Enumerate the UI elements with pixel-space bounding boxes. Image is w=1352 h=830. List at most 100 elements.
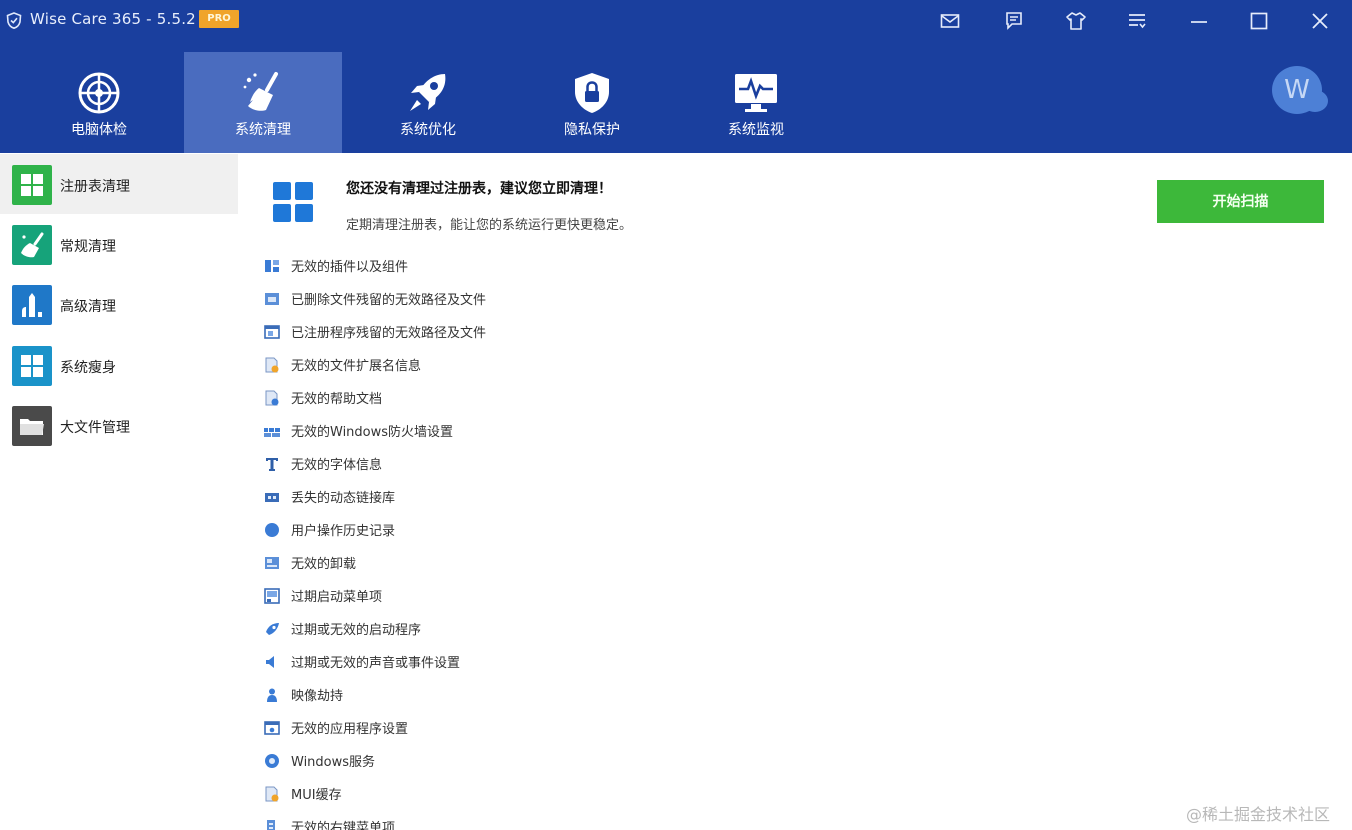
menu-button[interactable] xyxy=(1122,8,1152,34)
list-item[interactable]: 无效的应用程序设置 xyxy=(264,716,764,738)
list-item[interactable]: 无效的文件扩展名信息 xyxy=(264,353,764,375)
startup-icon xyxy=(266,623,279,635)
list-item[interactable]: 过期或无效的声音或事件设置 xyxy=(264,650,764,672)
mail-button[interactable] xyxy=(935,8,965,34)
list-item[interactable]: 无效的帮助文档 xyxy=(264,386,764,408)
list-item[interactable]: 过期启动菜单项 xyxy=(264,584,764,606)
tab-system-monitor[interactable]: 系统监视 xyxy=(677,52,835,153)
tab-label: 系统监视 xyxy=(728,122,784,138)
feedback-icon xyxy=(1006,12,1022,30)
close-icon xyxy=(1312,13,1328,29)
minimize-button[interactable] xyxy=(1184,8,1214,34)
start-scan-button[interactable]: 开始扫描 xyxy=(1157,180,1324,223)
list-item-label: 过期或无效的声音或事件设置 xyxy=(291,656,461,671)
list-item-label: 无效的Windows防火墙设置 xyxy=(291,425,454,440)
broom-icon xyxy=(12,225,52,265)
list-item-label: MUI缓存 xyxy=(291,788,342,803)
file-ext-icon xyxy=(265,357,279,373)
list-item[interactable]: 无效的字体信息 xyxy=(264,452,764,474)
list-item[interactable]: 无效的插件以及组件 xyxy=(264,254,764,276)
user-avatar[interactable]: W xyxy=(1272,66,1322,114)
page-subtitle: 定期清理注册表，能让您的系统运行更快更稳定。 xyxy=(346,218,633,233)
maximize-icon xyxy=(1250,12,1268,30)
tab-label: 隐私保护 xyxy=(564,122,620,138)
list-item[interactable]: 映像劫持 xyxy=(264,683,764,705)
history-icon xyxy=(265,523,279,537)
tab-label: 系统优化 xyxy=(400,122,456,138)
sidebar-item-label: 系统瘦身 xyxy=(60,360,116,376)
watermark: @稀土掘金技术社区 xyxy=(1186,805,1331,824)
sidebar-item-label: 大文件管理 xyxy=(60,420,130,436)
list-item[interactable]: 丢失的动态链接库 xyxy=(264,485,764,507)
file-path-icon xyxy=(265,293,279,305)
list-item-label: 无效的应用程序设置 xyxy=(291,722,409,737)
help-doc-icon xyxy=(265,390,279,406)
app-title: Wise Care 365 - 5.5.2 xyxy=(30,10,196,28)
uninstall-icon xyxy=(265,557,279,569)
hijack-icon xyxy=(267,688,277,702)
advanced-clean-icon xyxy=(12,285,52,325)
sidebar-item-large-file[interactable]: 大文件管理 xyxy=(0,395,238,455)
list-item[interactable]: 已注册程序残留的无效路径及文件 xyxy=(264,320,764,342)
service-icon xyxy=(265,754,279,768)
folder-icon xyxy=(12,406,52,446)
list-item-label: 用户操作历史记录 xyxy=(291,524,396,539)
list-item-label: 已删除文件残留的无效路径及文件 xyxy=(291,293,487,308)
list-item-label: 已注册程序残留的无效路径及文件 xyxy=(291,326,487,341)
plugin-icon xyxy=(265,260,279,272)
list-item[interactable]: 过期或无效的启动程序 xyxy=(264,617,764,639)
list-item-label: 过期启动菜单项 xyxy=(291,590,383,605)
pro-badge: PRO xyxy=(199,10,239,28)
list-item-label: 丢失的动态链接库 xyxy=(291,491,396,506)
sidebar-item-advanced-clean[interactable]: 高级清理 xyxy=(0,274,238,334)
list-item-label: 无效的帮助文档 xyxy=(291,392,383,407)
sidebar-item-label: 注册表清理 xyxy=(60,179,130,195)
list-item-label: 无效的右键菜单项 xyxy=(291,821,396,830)
list-item[interactable]: 无效的卸载 xyxy=(264,551,764,573)
sidebar-item-common-clean[interactable]: 常规清理 xyxy=(0,214,238,274)
tab-label: 系统清理 xyxy=(235,122,291,138)
context-menu-icon xyxy=(267,820,275,830)
sidebar-item-label: 常规清理 xyxy=(60,239,116,255)
close-button[interactable] xyxy=(1305,8,1335,34)
tab-pc-checkup[interactable]: 电脑体检 xyxy=(20,52,178,153)
list-item[interactable]: 无效的Windows防火墙设置 xyxy=(264,419,764,441)
broom-icon xyxy=(243,72,278,111)
list-item-label: 映像劫持 xyxy=(291,689,344,704)
sidebar-item-system-slim[interactable]: 系统瘦身 xyxy=(0,335,238,395)
skin-icon xyxy=(1066,12,1086,30)
list-item-label: 无效的字体信息 xyxy=(291,458,383,473)
registry-icon xyxy=(12,165,52,205)
list-item[interactable]: 已删除文件残留的无效路径及文件 xyxy=(264,287,764,309)
list-item[interactable]: 无效的右键菜单项 xyxy=(264,815,764,830)
sidebar-item-label: 高级清理 xyxy=(60,299,116,315)
app-shield-icon xyxy=(6,12,22,29)
start-menu-icon xyxy=(264,588,280,604)
list-item-label: 无效的插件以及组件 xyxy=(291,260,409,275)
list-item-label: 过期或无效的启动程序 xyxy=(291,623,422,638)
mail-icon xyxy=(940,14,960,28)
mui-cache-icon xyxy=(265,786,279,802)
tab-privacy-protect[interactable]: 隐私保护 xyxy=(513,52,671,153)
tab-system-optimize[interactable]: 系统优化 xyxy=(349,52,507,153)
list-item[interactable]: MUI缓存 xyxy=(264,782,764,804)
radar-icon xyxy=(78,72,120,114)
windows-icon xyxy=(12,346,52,386)
maximize-button[interactable] xyxy=(1244,8,1274,34)
list-item-label: 无效的文件扩展名信息 xyxy=(291,359,422,374)
list-item[interactable]: 用户操作历史记录 xyxy=(264,518,764,540)
tab-system-clean[interactable]: 系统清理 xyxy=(184,52,342,153)
main-panel: 您还没有清理过注册表，建议您立即清理！ 定期清理注册表，能让您的系统运行更快更稳… xyxy=(238,153,1352,830)
monitor-pulse-icon xyxy=(735,74,777,112)
list-item[interactable]: Windows服务 xyxy=(264,749,764,771)
skin-button[interactable] xyxy=(1061,8,1091,34)
app-settings-icon xyxy=(264,721,280,735)
feedback-button[interactable] xyxy=(999,8,1029,34)
program-path-icon xyxy=(264,325,280,339)
sidebar-item-registry-clean[interactable]: 注册表清理 xyxy=(0,154,238,214)
list-item-label: Windows服务 xyxy=(291,755,376,770)
page-title: 您还没有清理过注册表，建议您立即清理！ xyxy=(346,181,612,197)
sidebar: 注册表清理 常规清理 高级清理 系统瘦身 大文件管理 xyxy=(0,153,238,830)
dll-icon xyxy=(265,493,279,502)
shield-lock-icon xyxy=(575,73,609,113)
